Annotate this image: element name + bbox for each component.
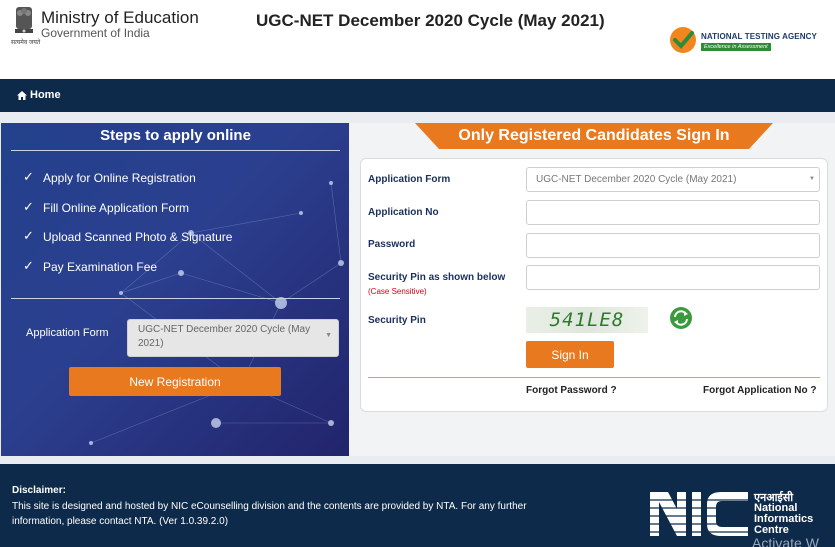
check-icon: ✓ (23, 198, 34, 214)
nta-tagline: Excellence in Assessment (701, 43, 771, 51)
password-label: Password (368, 239, 416, 250)
forgot-password-link[interactable]: Forgot Password ? (526, 385, 617, 396)
list-item: ✓ Apply for Online Registration (23, 169, 232, 201)
check-icon: ✓ (23, 228, 34, 243)
security-pin-input-label: Security Pin as shown below (Case Sensit… (368, 271, 508, 299)
security-pin-input[interactable] (526, 265, 820, 290)
nta-name: NATIONAL TESTING AGENCY (701, 32, 817, 41)
check-icon: ✓ (23, 169, 34, 184)
emblem-caption: सत्यमेव जयते (11, 40, 41, 46)
step-label: Pay Examination Fee (43, 259, 158, 274)
signin-title: Only Registered Candidates Sign In (458, 127, 730, 144)
steps-title: Steps to apply online (11, 127, 340, 151)
divider (11, 298, 340, 299)
step-label: Apply for Online Registration (43, 171, 196, 185)
captcha-image: 541LE8 (526, 307, 648, 333)
divider (368, 377, 820, 378)
disclaimer-text: This site is designed and hosted by NIC … (12, 501, 527, 527)
forgot-application-no-link[interactable]: Forgot Application No ? (703, 385, 817, 396)
ministry-title: Ministry of Education (41, 8, 199, 27)
refresh-icon[interactable] (669, 306, 693, 330)
chevron-down-icon: ▼ (325, 332, 332, 339)
government-label: Government of India (41, 26, 150, 40)
list-item: ✓ Upload Scanned Photo & Signature (23, 228, 233, 260)
case-sensitive-note: (Case Sensitive) (368, 287, 427, 296)
disclaimer-title: Disclaimer: (12, 485, 66, 496)
signin-application-form-value: UGC-NET December 2020 Cycle (May 2021) (536, 174, 737, 185)
list-item: ✓ Pay Examination Fee (23, 257, 232, 290)
application-form-label: Application Form (26, 327, 109, 339)
nta-logo: NATIONAL TESTING AGENCY Excellence in As… (669, 26, 829, 54)
signin-application-form-select[interactable]: UGC-NET December 2020 Cycle (May 2021) ▼ (526, 167, 820, 192)
application-no-label: Application No (368, 207, 439, 218)
page-header: सत्यमेव जयते Ministry of Education Gover… (0, 0, 835, 79)
application-form-value: UGC-NET December 2020 Cycle (May 2021) (138, 324, 311, 349)
nic-name: National Informatics Centre (754, 503, 813, 536)
nta-logo-icon (670, 27, 696, 53)
list-item: ✓ Fill Online Application Form (23, 198, 232, 231)
activation-watermark: Activate W (752, 535, 819, 547)
application-no-input[interactable] (526, 200, 820, 225)
page-title: UGC-NET December 2020 Cycle (May 2021) (256, 11, 605, 30)
home-icon (17, 90, 27, 100)
password-input[interactable] (526, 233, 820, 258)
chevron-down-icon: ▼ (809, 176, 815, 182)
pin-label-text: Security Pin as shown below (368, 272, 506, 283)
step-label: Upload Scanned Photo & Signature (43, 230, 233, 244)
home-label: Home (30, 89, 61, 101)
check-icon: ✓ (23, 257, 34, 273)
sign-in-button[interactable]: Sign In (526, 341, 614, 368)
nav-bar: Home (0, 79, 835, 112)
signin-application-form-label: Application Form (368, 174, 451, 185)
steps-list: ✓ Apply for Online Registration ✓ Fill Onl… (23, 169, 233, 290)
application-form-select[interactable]: UGC-NET December 2020 Cycle (May 2021) ▼ (127, 319, 339, 357)
new-registration-button[interactable]: New Registration (69, 367, 281, 396)
ministry-name: Ministry of Education Government of Indi… (41, 9, 199, 40)
page-footer: Disclaimer: This site is designed and ho… (0, 464, 835, 547)
home-link[interactable]: Home (17, 89, 61, 101)
step-label: Fill Online Application Form (43, 200, 190, 215)
steps-panel: Steps to apply online ✓ Apply for Online … (1, 123, 349, 456)
security-pin-label: Security Pin (368, 315, 426, 326)
